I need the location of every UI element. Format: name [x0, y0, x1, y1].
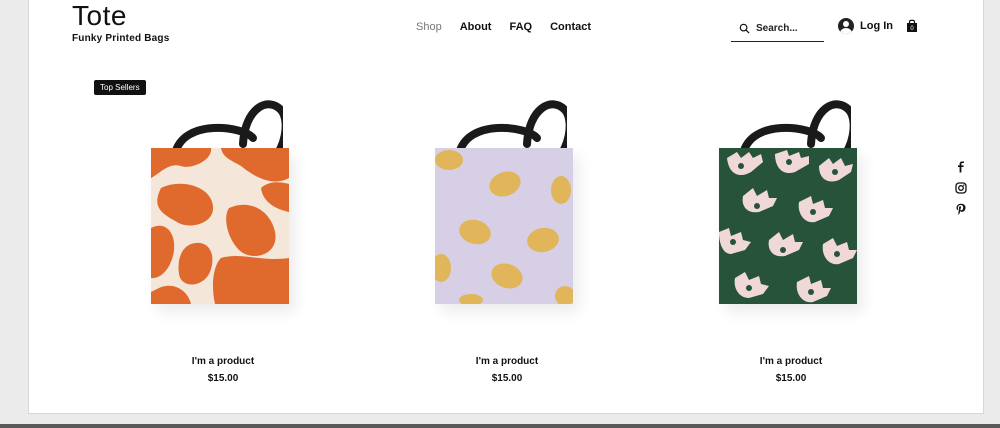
nav-item-shop[interactable]: Shop	[416, 21, 442, 33]
product-name[interactable]: I'm a product	[417, 356, 597, 367]
search-bar[interactable]	[731, 16, 824, 42]
product-card[interactable]: I'm a product $15.00	[417, 98, 597, 384]
product-name[interactable]: I'm a product	[133, 356, 313, 367]
brand-subtitle: Funky Printed Bags	[72, 33, 170, 44]
main-nav: Shop About FAQ Contact	[416, 21, 591, 33]
product-image[interactable]	[417, 98, 597, 318]
product-price: $15.00	[491, 373, 523, 384]
product-name[interactable]: I'm a product	[701, 356, 881, 367]
product-image[interactable]	[701, 98, 881, 318]
browser-frame: Tote Funky Printed Bags Shop About FAQ C…	[0, 0, 1000, 428]
cart-icon[interactable]: 0	[906, 19, 918, 33]
bottom-divider	[0, 424, 1000, 428]
product-price: $15.00	[207, 373, 239, 384]
top-sellers-badge: Top Sellers	[94, 80, 146, 95]
product-image[interactable]	[133, 98, 313, 318]
nav-item-faq[interactable]: FAQ	[509, 21, 532, 33]
nav-item-about[interactable]: About	[460, 21, 492, 33]
login-button[interactable]: Log In	[838, 18, 893, 34]
search-input[interactable]	[756, 23, 822, 34]
brand-title[interactable]: Tote	[72, 0, 170, 32]
instagram-icon[interactable]	[955, 182, 967, 194]
nav-item-contact[interactable]: Contact	[550, 21, 591, 33]
user-icon	[838, 18, 854, 34]
orange-brush-pattern	[151, 148, 289, 304]
product-card[interactable]: I'm a product $15.00	[701, 98, 881, 384]
product-price: $15.00	[775, 373, 807, 384]
green-hands-pattern	[719, 148, 857, 304]
social-bar	[955, 161, 967, 215]
facebook-icon[interactable]	[955, 161, 967, 173]
search-icon	[739, 23, 750, 34]
brand[interactable]: Tote Funky Printed Bags	[72, 0, 170, 44]
lemons-pattern	[435, 148, 573, 304]
login-label: Log In	[860, 20, 893, 32]
product-card[interactable]: I'm a product $15.00	[133, 98, 313, 384]
pinterest-icon[interactable]	[955, 203, 967, 215]
